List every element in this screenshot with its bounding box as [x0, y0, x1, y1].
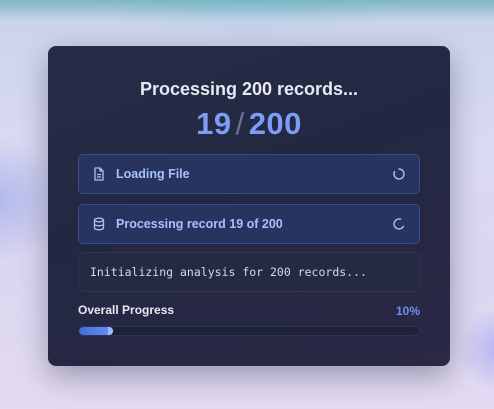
step-label: Processing record 19 of 200 [116, 217, 283, 231]
log-output: Initializing analysis for 200 records... [78, 252, 420, 292]
step-label: Loading File [116, 167, 190, 181]
background-top-band [0, 0, 494, 22]
progress-percent: 10% [395, 304, 420, 318]
database-icon [92, 216, 106, 232]
counter-current: 19 [196, 106, 232, 141]
counter-separator: / [235, 106, 245, 141]
loading-spinner-icon [392, 167, 406, 181]
progress-bar-track [78, 326, 420, 336]
processing-dialog: Processing 200 records... 19/200 Loading… [48, 46, 450, 366]
file-icon [92, 166, 106, 182]
dialog-title: Processing 200 records... [139, 79, 359, 99]
loading-spinner-icon [392, 217, 406, 231]
step-loading-file: Loading File [78, 154, 420, 194]
progress-label: Overall Progress [78, 303, 175, 317]
step-processing-record: Processing record 19 of 200 [78, 204, 420, 244]
record-counter: 19/200 [48, 106, 450, 142]
counter-total: 200 [248, 106, 302, 141]
progress-bar-fill [79, 327, 113, 335]
